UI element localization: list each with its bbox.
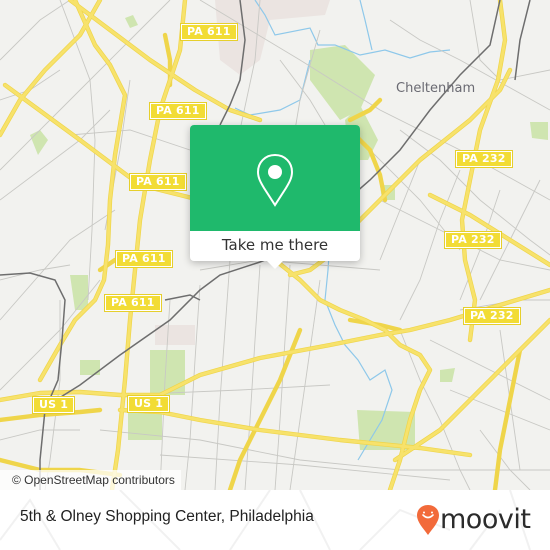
moovit-wordmark: moovit [440, 504, 531, 535]
park-area [150, 350, 185, 395]
popup-header [190, 125, 360, 231]
route-shield-us1: US 1 [31, 396, 76, 414]
place-label-cheltenham: Cheltenham [396, 81, 476, 96]
route-shield-pa611: PA 611 [129, 173, 187, 191]
location-popup: Take me there [190, 125, 360, 269]
route-shield-pa611: PA 611 [180, 23, 238, 41]
route-shield-pa232: PA 232 [463, 307, 521, 325]
moovit-logo[interactable]: moovit [416, 503, 531, 537]
route-shield-pa611: PA 611 [104, 294, 162, 312]
popup-pointer [267, 261, 283, 269]
park-area [440, 368, 455, 382]
park-area [125, 15, 138, 28]
map-pin-icon [256, 153, 294, 207]
moovit-smile-pin-icon [417, 505, 439, 535]
map-canvas[interactable]: PA 611 PA 611 PA 611 PA 611 PA 611 PA 23… [0, 0, 550, 490]
location-title: 5th & Olney Shopping Center, Philadelphi… [20, 508, 314, 525]
rail-line [0, 272, 66, 490]
route-shield-pa611: PA 611 [149, 102, 207, 120]
park-area [30, 130, 48, 155]
map-attribution[interactable]: © OpenStreetMap contributors [0, 470, 181, 490]
rail-line [514, 0, 531, 81]
route-shield-pa232: PA 232 [444, 231, 502, 249]
take-me-there-button[interactable]: Take me there [190, 231, 360, 261]
stream [359, 0, 373, 51]
attribution-text: © OpenStreetMap contributors [12, 473, 175, 487]
park-area [530, 122, 548, 140]
park-area [310, 45, 375, 120]
urban-area [155, 325, 195, 345]
route-shield-us1: US 1 [126, 395, 171, 413]
route-shield-pa232: PA 232 [455, 150, 513, 168]
footer-bar: 5th & Olney Shopping Center, Philadelphi… [0, 490, 550, 550]
route-shield-pa611: PA 611 [115, 250, 173, 268]
park-area [70, 275, 88, 310]
